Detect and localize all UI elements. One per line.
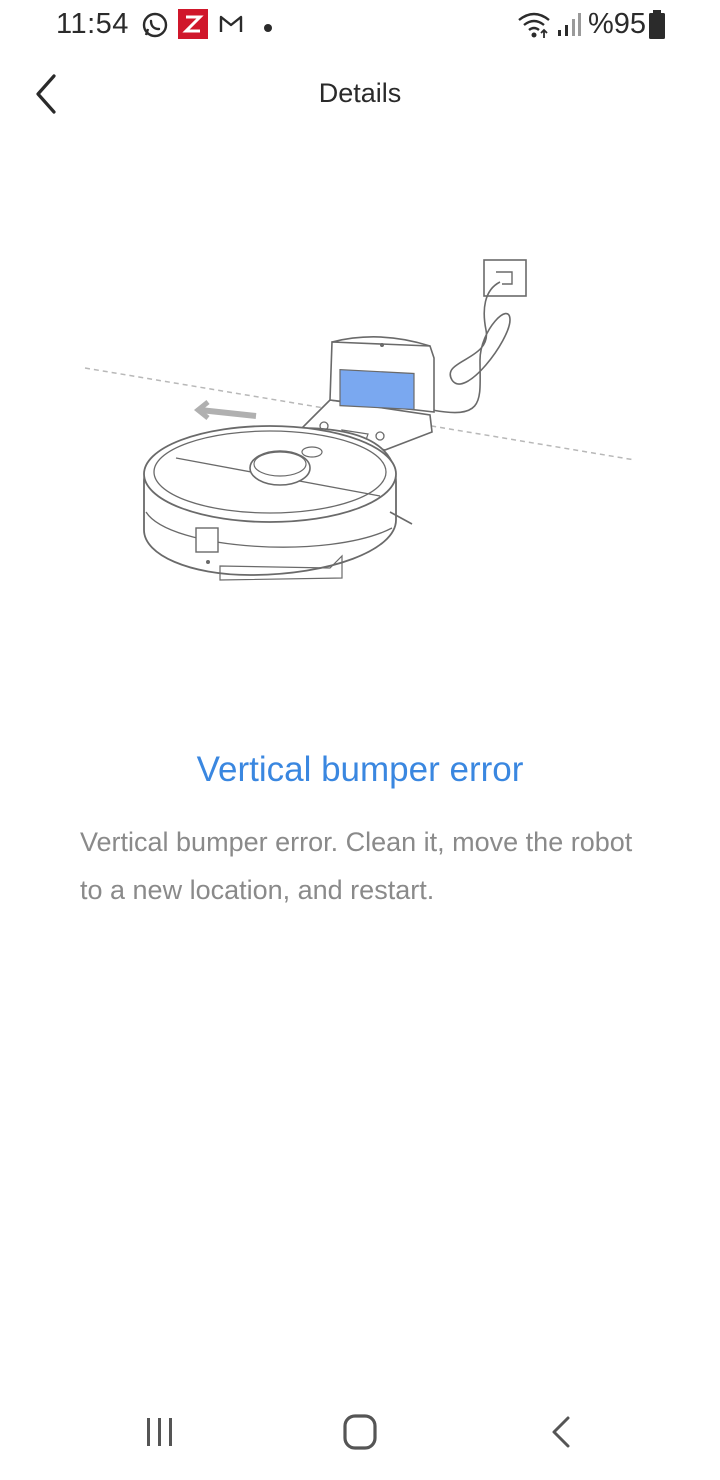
signal-icon — [556, 12, 582, 43]
system-back-button[interactable] — [538, 1410, 586, 1454]
battery-icon — [648, 10, 666, 45]
status-bar: 11:54 %95 — [0, 0, 720, 52]
wifi-icon — [516, 10, 552, 45]
gmail-icon — [218, 12, 244, 41]
home-icon — [343, 1414, 377, 1450]
battery-percentage: %95 — [587, 8, 646, 40]
screen: 11:54 %95 Details Vertical bumper error … — [0, 0, 720, 1480]
notification-dot-icon — [263, 20, 273, 38]
app-bar: Details — [0, 60, 720, 130]
page-title: Details — [318, 78, 402, 108]
robot-vacuum-dock-illustration — [80, 250, 640, 590]
whatsapp-icon — [140, 10, 170, 45]
zoom-app-icon — [178, 9, 208, 44]
back-icon — [552, 1416, 570, 1448]
error-title: Vertical bumper error — [196, 750, 524, 789]
error-description: Vertical bumper error. Clean it, move th… — [80, 827, 633, 905]
recent-apps-button[interactable] — [136, 1410, 184, 1454]
system-nav-bar — [0, 1400, 720, 1464]
recent-apps-icon — [147, 1418, 172, 1446]
status-time: 11:54 — [56, 8, 129, 40]
home-button[interactable] — [336, 1410, 384, 1454]
